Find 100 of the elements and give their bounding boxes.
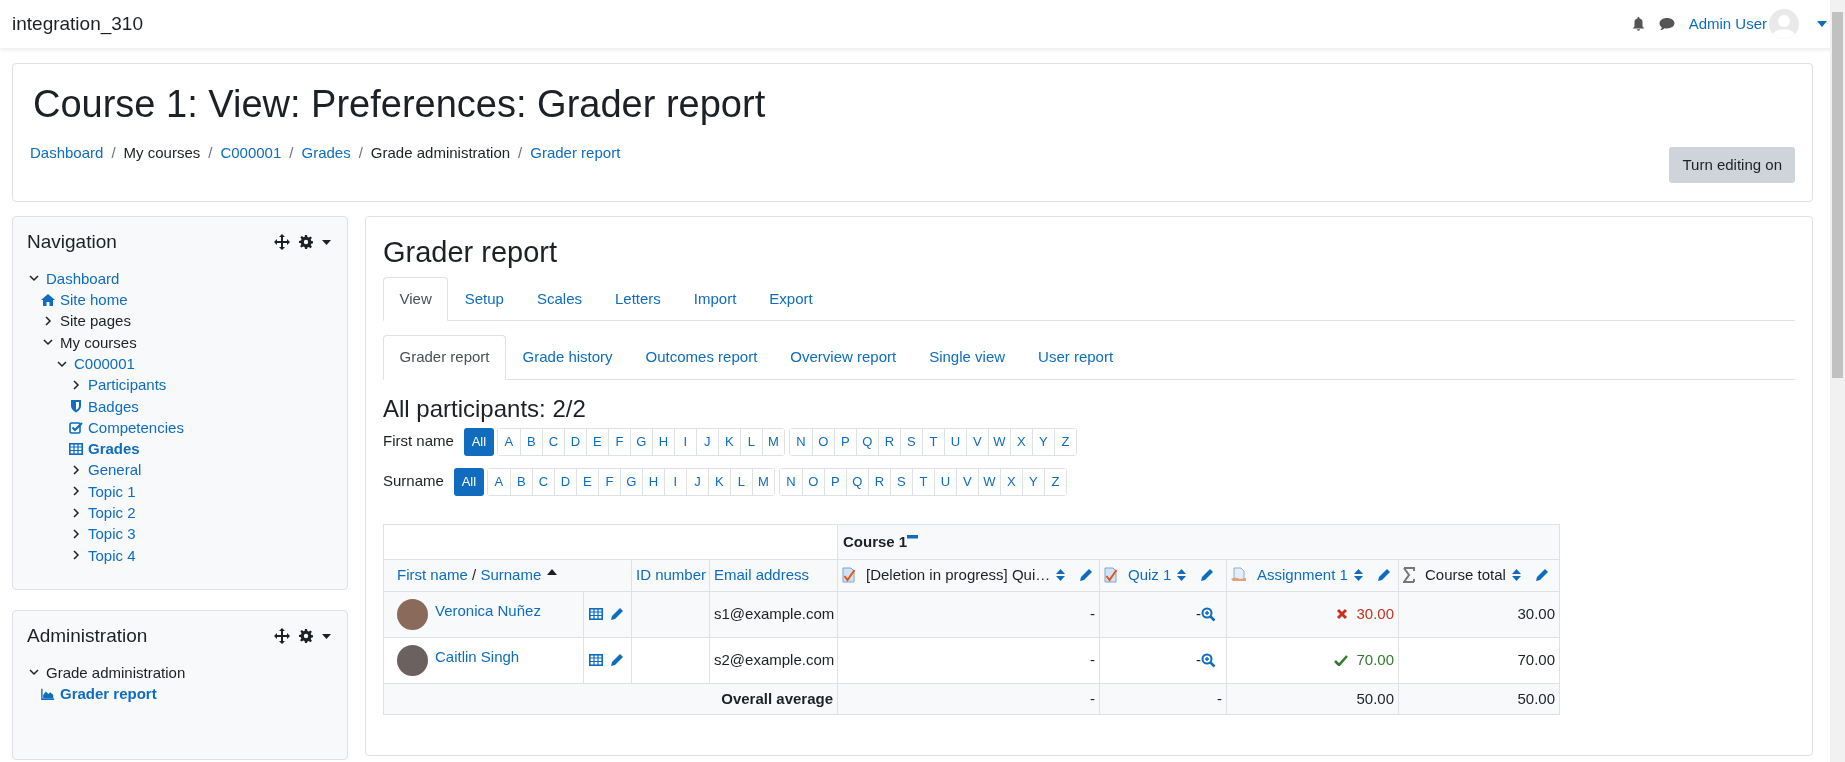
tree-item-link[interactable]: Topic 3 <box>88 523 136 545</box>
tree-item-link[interactable]: Dashboard <box>46 267 120 290</box>
tree-item-link[interactable]: Topic 2 <box>88 502 136 524</box>
pencil-icon[interactable] <box>1376 568 1391 583</box>
separator-text: / <box>471 566 478 584</box>
pencil-icon[interactable] <box>1079 568 1094 583</box>
site-name[interactable]: integration_310 <box>12 9 143 39</box>
pencil-icon[interactable] <box>610 607 624 622</box>
table-cell: - <box>1099 683 1227 715</box>
tab[interactable]: Import <box>677 276 753 322</box>
breadcrumb-link[interactable]: Grades <box>301 141 351 165</box>
tab[interactable]: Grader report <box>383 335 507 380</box>
bell-icon[interactable] <box>1631 17 1645 31</box>
sort-link[interactable]: ID number <box>636 566 707 584</box>
tree-item-link[interactable]: Site home <box>60 289 128 311</box>
breadcrumb-link[interactable]: C000001 <box>220 141 282 165</box>
pencil-icon[interactable] <box>1534 568 1549 583</box>
sort-arrows-icon[interactable] <box>1511 568 1521 583</box>
letter-filter-button[interactable]: All <box>463 427 494 456</box>
breadcrumb-item: My courses <box>123 142 201 163</box>
pencil-icon[interactable] <box>610 653 624 668</box>
sort-link[interactable]: Surname <box>480 566 542 584</box>
letter-filter-button[interactable]: Z <box>1043 468 1066 495</box>
section-title: Grader report <box>383 235 559 270</box>
tree-item[interactable]: Grade administration <box>46 661 186 684</box>
avatar-placeholder <box>397 598 428 630</box>
breadcrumb-link[interactable]: Dashboard <box>30 141 104 165</box>
table-cell: 50.00 <box>1398 683 1560 715</box>
tab[interactable]: Single view <box>912 335 1022 380</box>
letter-filter-button[interactable]: M <box>751 468 774 495</box>
breadcrumb-separator: / <box>289 142 294 163</box>
tab[interactable]: Grade history <box>506 335 630 380</box>
pencil-icon[interactable] <box>1200 568 1215 583</box>
caret-down-icon[interactable] <box>322 239 331 245</box>
chat-bubble-icon[interactable] <box>1658 17 1675 31</box>
breadcrumb-separator: / <box>358 142 363 163</box>
user-name-link[interactable]: Admin User <box>1688 12 1767 36</box>
tree-item-link[interactable]: C000001 <box>74 353 135 375</box>
turn-editing-on-button[interactable]: Turn editing on <box>1669 146 1795 183</box>
table-cell: - <box>837 683 1100 715</box>
tree-item[interactable]: My courses <box>60 331 137 353</box>
zoom-in-icon[interactable] <box>1201 652 1216 668</box>
sort-link[interactable]: First name <box>397 566 468 584</box>
tab[interactable]: Scales <box>520 276 599 322</box>
grade-value: - <box>1090 603 1095 624</box>
filter-label: Surname <box>383 471 444 492</box>
tab[interactable]: Export <box>752 276 830 322</box>
settings-icon[interactable] <box>299 629 313 644</box>
tree-item-link[interactable]: Competencies <box>88 416 184 439</box>
breadcrumb-link[interactable]: Grader report <box>530 141 621 165</box>
tab[interactable]: Setup <box>448 276 521 322</box>
table-icon[interactable] <box>589 607 603 622</box>
student-name-link[interactable]: Caitlin Singh <box>435 645 520 669</box>
tree-item-link[interactable]: Badges <box>88 395 139 417</box>
tree-item[interactable]: Site pages <box>60 310 131 332</box>
sigma-icon <box>1403 567 1415 584</box>
grade-item-name: [Deletion in progress] Qui… <box>866 565 1051 586</box>
grade-value: 30.00 <box>1356 603 1394 624</box>
caret-down-icon[interactable] <box>322 633 331 639</box>
collapse-minus-icon[interactable] <box>907 534 919 539</box>
move-arrows-icon[interactable] <box>274 234 290 251</box>
check-icon <box>1334 654 1349 666</box>
scrollbar-track[interactable] <box>1830 0 1845 762</box>
letter-filter-button[interactable]: M <box>761 428 784 455</box>
tree-item-link[interactable]: Participants <box>88 374 167 396</box>
tree-item-link[interactable]: Topic 4 <box>88 544 136 566</box>
grade-value: 30.00 <box>1517 603 1555 624</box>
tree-item-link[interactable]: General <box>88 459 142 481</box>
move-arrows-icon[interactable] <box>274 628 290 645</box>
tab[interactable]: Overview report <box>773 335 913 380</box>
scrollbar-thumb[interactable] <box>1832 12 1843 378</box>
student-name-link[interactable]: Veronica Nuñez <box>435 599 541 623</box>
grade-value: - <box>1196 603 1201 624</box>
tab[interactable]: Outcomes report <box>629 335 774 380</box>
shield-icon <box>69 399 83 414</box>
breadcrumb-item: Grade administration <box>370 142 511 163</box>
sort-arrows-icon[interactable] <box>1056 568 1066 583</box>
letter-filter-button[interactable]: Z <box>1053 428 1076 455</box>
table-cell: s2@example.com <box>709 637 838 684</box>
table-icon[interactable] <box>589 653 603 668</box>
tree-item-link[interactable]: Topic 1 <box>88 480 136 503</box>
grade-value: 70.00 <box>1517 649 1555 670</box>
filter-label: First name <box>383 431 454 452</box>
quiz-icon <box>1104 567 1118 584</box>
tree-item-link[interactable]: Grades <box>88 438 140 460</box>
tab[interactable]: View <box>383 276 449 322</box>
letter-filter-button[interactable]: All <box>453 467 484 496</box>
grade-item-link[interactable]: Quiz 1 <box>1128 564 1172 587</box>
block-title: Navigation <box>27 231 117 254</box>
tab[interactable]: Letters <box>598 276 678 322</box>
tree-item-link[interactable]: Grader report <box>60 683 157 705</box>
sort-arrows-icon[interactable] <box>1353 568 1363 583</box>
checkbox-icon <box>69 420 83 435</box>
tab[interactable]: User report <box>1021 335 1130 380</box>
settings-icon[interactable] <box>299 235 313 250</box>
sort-arrows-icon[interactable] <box>1177 568 1187 583</box>
grade-item-link[interactable]: Assignment 1 <box>1257 564 1348 587</box>
sort-link[interactable]: Email address <box>714 566 810 584</box>
cross-icon <box>1336 608 1349 621</box>
zoom-in-icon[interactable] <box>1201 606 1216 622</box>
